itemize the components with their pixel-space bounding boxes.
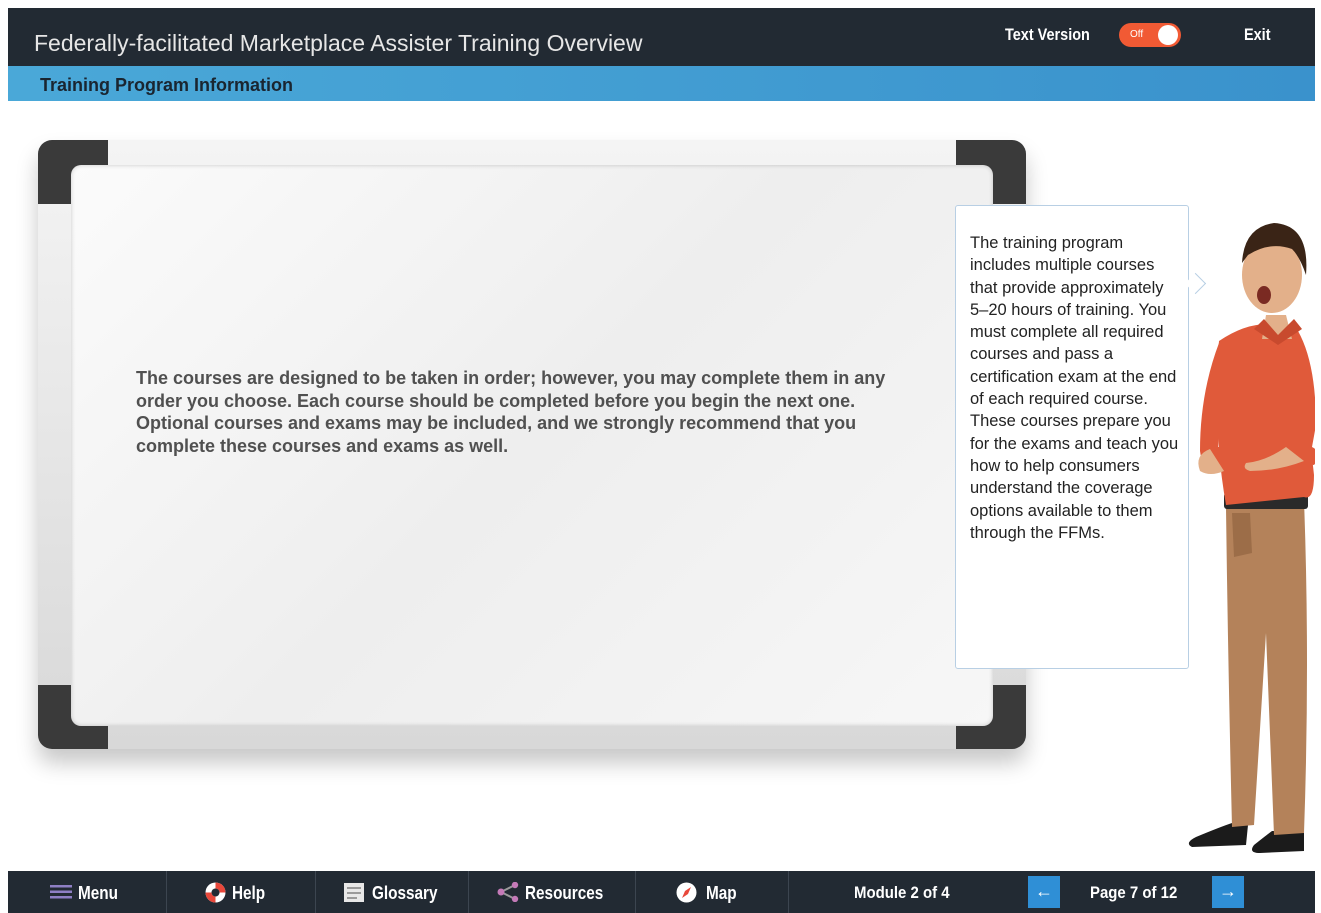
whiteboard-text: The courses are designed to be taken in …: [136, 368, 886, 456]
resources-icon: [497, 882, 519, 902]
speech-bubble-text: The training program includes multiple c…: [970, 234, 1179, 542]
course-player: Federally-facilitated Marketplace Assist…: [8, 8, 1315, 913]
next-page-button[interactable]: →: [1212, 876, 1244, 908]
speech-bubble: The training program includes multiple c…: [955, 205, 1189, 669]
menu-icon: [50, 885, 72, 899]
menu-button[interactable]: Menu: [8, 871, 166, 913]
resources-label: Resources: [525, 883, 604, 903]
bottom-nav-bar: Menu Help Glossary Resources Map Module …: [8, 871, 1315, 913]
glossary-button[interactable]: Glossary: [316, 871, 468, 913]
exit-button[interactable]: Exit: [1244, 25, 1271, 45]
toggle-knob: [1158, 25, 1178, 45]
glossary-icon: [344, 883, 364, 902]
whiteboard: The courses are designed to be taken in …: [38, 140, 1026, 749]
page-indicator: Page 7 of 12: [1090, 883, 1178, 902]
divider: [788, 871, 789, 913]
map-label: Map: [706, 883, 737, 903]
map-button[interactable]: Map: [636, 871, 788, 913]
menu-label: Menu: [78, 883, 118, 903]
module-indicator: Module 2 of 4: [854, 883, 950, 902]
text-version-label: Text Version: [1005, 25, 1090, 44]
top-bar: Federally-facilitated Marketplace Assist…: [8, 8, 1315, 66]
text-version-toggle[interactable]: Off: [1119, 23, 1181, 47]
section-title: Training Program Information: [40, 75, 294, 95]
help-icon: [205, 882, 226, 903]
previous-page-button[interactable]: ←: [1028, 876, 1060, 908]
resources-button[interactable]: Resources: [469, 871, 635, 913]
section-header: Training Program Information: [8, 66, 1315, 101]
toggle-state-label: Off: [1130, 29, 1144, 40]
glossary-label: Glossary: [372, 883, 438, 903]
help-label: Help: [232, 883, 266, 903]
help-button[interactable]: Help: [167, 871, 315, 913]
map-icon: [676, 882, 697, 903]
course-title: Federally-facilitated Marketplace Assist…: [34, 30, 643, 56]
